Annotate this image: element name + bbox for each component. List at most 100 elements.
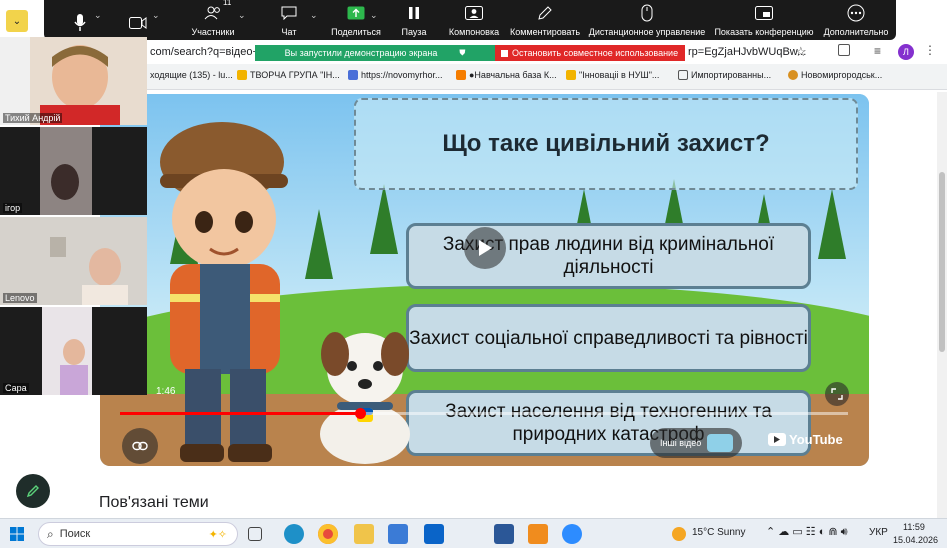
chat-button[interactable]: Чат <box>274 0 304 40</box>
show-meeting-label: Показать конференцию <box>714 27 814 37</box>
mute-button[interactable] <box>70 0 90 40</box>
chevron-down-icon[interactable]: ⌄ <box>310 10 318 21</box>
app-icon[interactable] <box>528 524 548 544</box>
youtube-logo[interactable]: YouTube <box>768 432 843 447</box>
chevron-down-icon[interactable]: ⌄ <box>94 10 102 21</box>
bookmark-item[interactable]: https://novomyrhor... <box>348 70 443 80</box>
edit-fab-button[interactable] <box>16 474 50 508</box>
more-button[interactable]: Дополнительно <box>824 0 888 40</box>
video-button[interactable] <box>128 0 148 40</box>
chat-label: Чат <box>281 27 297 37</box>
participant-video <box>0 217 147 305</box>
show-meeting-button[interactable]: Показать конференцию <box>714 0 814 40</box>
video-time: 1:46 <box>156 386 176 397</box>
chevron-down-icon[interactable]: ⌄ <box>238 10 246 21</box>
zoom-meeting-toolbar: ⌄ ⌄ 11 Участники ⌄ Чат ⌄ Поделиться ⌄ Па… <box>44 0 896 40</box>
outlook-icon[interactable] <box>424 524 444 544</box>
bookmark-item[interactable]: ТВОРЧА ГРУПА "ІН... <box>237 70 340 80</box>
participants-button[interactable]: 11 Участники <box>187 0 239 40</box>
participants-icon <box>204 6 220 20</box>
participant-video <box>0 307 147 395</box>
word-icon[interactable] <box>494 524 514 544</box>
participant-tile[interactable]: ігор <box>0 127 147 215</box>
bookmark-label: ●Навчальна база К... <box>469 70 557 80</box>
bookmark-label: Новомиргородськ... <box>801 70 883 80</box>
bookmark-item[interactable]: ●Навчальна база К... <box>456 70 557 80</box>
share-status-banner: Вы запустили демонстрацию экрана ⛊ Остано… <box>255 45 685 61</box>
mouse-icon <box>641 4 653 22</box>
annotate-button[interactable]: Комментировать <box>510 0 580 40</box>
more-videos-button[interactable]: Інші відео <box>650 428 742 458</box>
answer-text: Захист соціальної справедливості та рівн… <box>409 327 808 349</box>
bookmark-label: "Інноваціі в НУШ"... <box>579 70 660 80</box>
page-scrollbar[interactable] <box>937 92 947 518</box>
chevron-down-icon: ⌄ <box>12 15 22 27</box>
play-icon <box>479 240 492 256</box>
more-label: Дополнительно <box>823 27 889 37</box>
file-explorer-icon[interactable] <box>354 524 374 544</box>
extensions-icon[interactable] <box>838 44 850 56</box>
taskbar-search[interactable]: ⌕ Поиск ✦✧ <box>38 522 238 546</box>
bookmark-favicon-icon <box>348 70 358 80</box>
folder-icon <box>678 70 688 80</box>
bookmark-label: Импортированны... <box>691 70 772 80</box>
video-progress-bar[interactable] <box>120 408 848 419</box>
chrome-icon[interactable] <box>318 524 338 544</box>
camera-icon <box>129 17 147 29</box>
participant-tile[interactable]: Сара <box>0 307 147 395</box>
edge-icon[interactable] <box>284 524 304 544</box>
play-button[interactable] <box>464 227 506 269</box>
browser-menu-icon[interactable]: ⋮ <box>924 43 936 57</box>
store-icon[interactable] <box>388 524 408 544</box>
related-topics-heading: Пов'язані теми <box>99 494 209 511</box>
fullscreen-button[interactable] <box>825 382 849 406</box>
cartoon-dog-illustration <box>320 332 410 464</box>
pause-label: Пауза <box>401 27 427 37</box>
bookmark-item[interactable]: "Інноваціі в НУШ"... <box>566 70 659 80</box>
youtube-video-player[interactable]: Що таке цивільний захист? Захист прав лю… <box>100 94 869 466</box>
bookmark-label: ходящие (135) - lu... <box>150 70 233 80</box>
bookmark-label: https://novomyrhor... <box>361 70 443 80</box>
reading-list-icon[interactable]: ≡ <box>874 44 881 58</box>
question-text: Що таке цивільний захист? <box>442 130 770 157</box>
pause-share-button[interactable]: Пауза <box>399 0 429 40</box>
language-indicator[interactable]: УКР <box>869 527 888 538</box>
bookmark-item[interactable]: ходящие (135) - lu... <box>150 70 233 80</box>
share-status-text: Вы запустили демонстрацию экрана <box>284 48 438 58</box>
tray-icons[interactable]: ⌃ ☁ ▭ ☷ ◐ ⋒ 🔊︎ <box>766 525 848 539</box>
search-label: Поиск <box>59 528 91 540</box>
copy-link-button[interactable] <box>122 428 158 464</box>
layout-button[interactable]: Компоновка <box>449 0 499 40</box>
participant-tile[interactable]: Тихий Андрій <box>0 37 147 125</box>
microphone-icon <box>74 14 86 31</box>
participants-label: Участники <box>191 27 235 37</box>
scrollbar-thumb[interactable] <box>939 172 945 352</box>
profile-avatar[interactable]: Л <box>898 44 914 60</box>
remote-control-button[interactable]: Дистанционное управление <box>588 0 706 40</box>
clock-date[interactable]: 15.04.2026 <box>893 535 938 545</box>
remote-control-label: Дистанционное управление <box>588 27 706 37</box>
bookmark-favicon-icon <box>237 70 247 80</box>
windows-start-icon[interactable] <box>10 527 24 541</box>
chevron-down-icon[interactable]: ⌄ <box>152 10 160 21</box>
address-bar-url-right[interactable]: rp=EgZjaHJvbWUqBw... <box>688 46 806 58</box>
participants-count: 11 <box>223 0 232 7</box>
video-progress-fill <box>120 412 361 415</box>
address-bar-url-left[interactable]: com/search?q=відео+д <box>150 46 265 58</box>
zoom-icon[interactable] <box>562 524 582 544</box>
stop-share-button[interactable]: Остановить совместное использование <box>495 45 685 61</box>
bookmark-item[interactable]: Новомиргородськ... <box>788 70 882 80</box>
participant-tile[interactable]: Lenovo <box>0 217 147 305</box>
question-box: Що таке цивільний захист? <box>354 98 858 190</box>
clock-time[interactable]: 11:59 <box>903 522 925 532</box>
chevron-down-icon[interactable]: ⌄ <box>370 10 378 21</box>
expand-icon <box>831 388 843 400</box>
bookmark-folder[interactable]: Импортированны... <box>678 70 771 80</box>
task-view-icon[interactable] <box>248 527 262 541</box>
blogger-icon <box>456 70 466 80</box>
bookmark-star-icon[interactable]: ☆ <box>795 44 807 60</box>
zoom-collapse-button[interactable]: ⌄ <box>6 10 28 32</box>
answer-text: Захист населення від техногенних та прир… <box>445 401 772 445</box>
shield-icon: ⛊ <box>459 48 466 57</box>
weather-text[interactable]: 15°C Sunny <box>692 527 745 538</box>
